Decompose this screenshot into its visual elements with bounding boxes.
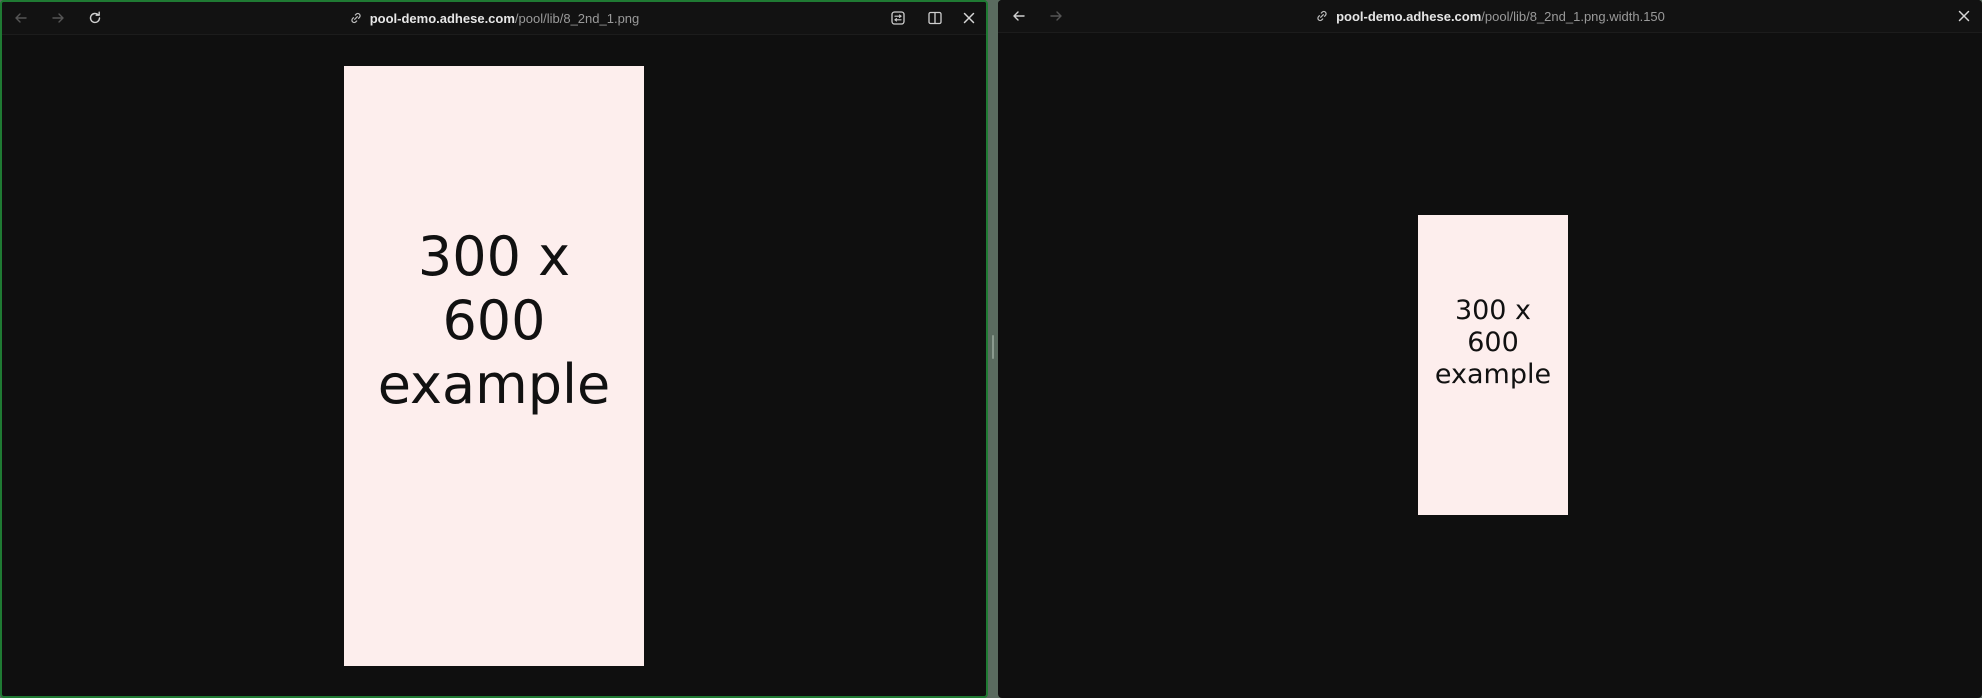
url-path: /pool/lib/8_2nd_1.png bbox=[514, 10, 640, 26]
arrow-right-icon bbox=[1050, 11, 1062, 21]
right-toolbar: pool-demo.adhese.com/pool/lib/8_2nd_1.pn… bbox=[998, 0, 1982, 33]
arrow-left-icon bbox=[15, 13, 27, 23]
image-placeholder-text: 300 x 600 example bbox=[377, 225, 611, 416]
close-icon bbox=[1958, 10, 1970, 22]
close-button[interactable] bbox=[958, 7, 980, 29]
reader-mode-icon bbox=[891, 11, 905, 25]
url-host: pool-demo.adhese.com bbox=[369, 10, 515, 26]
right-address-bar: pool-demo.adhese.com/pool/lib/8_2nd_1.pn… bbox=[998, 0, 1982, 32]
url-host: pool-demo.adhese.com bbox=[1336, 8, 1482, 24]
reader-mode-button[interactable] bbox=[887, 7, 909, 29]
split-view-icon bbox=[928, 11, 942, 25]
left-url-field[interactable]: pool-demo.adhese.com/pool/lib/8_2nd_1.pn… bbox=[349, 10, 640, 26]
link-icon bbox=[351, 12, 361, 24]
displayed-image: 300 x 600 example bbox=[344, 66, 644, 666]
left-browser-pane: pool-demo.adhese.com/pool/lib/8_2nd_1.pn… bbox=[0, 0, 988, 698]
arrow-left-icon bbox=[1013, 11, 1025, 21]
right-url-field[interactable]: pool-demo.adhese.com/pool/lib/8_2nd_1.pn… bbox=[1315, 9, 1665, 24]
left-toolbar: pool-demo.adhese.com/pool/lib/8_2nd_1.pn… bbox=[2, 2, 986, 35]
forward-button[interactable] bbox=[1045, 5, 1067, 27]
close-icon bbox=[963, 12, 975, 24]
split-view-button[interactable] bbox=[924, 7, 946, 29]
back-button[interactable] bbox=[10, 7, 32, 29]
reload-icon bbox=[89, 11, 101, 24]
left-address-bar: pool-demo.adhese.com/pool/lib/8_2nd_1.pn… bbox=[2, 2, 986, 34]
link-icon bbox=[1317, 10, 1327, 22]
right-browser-pane: pool-demo.adhese.com/pool/lib/8_2nd_1.pn… bbox=[998, 0, 1982, 698]
reload-button[interactable] bbox=[84, 7, 106, 29]
image-placeholder-text: 300 x 600 example bbox=[1434, 294, 1552, 390]
split-resize-handle[interactable] bbox=[992, 335, 994, 359]
close-button[interactable] bbox=[1953, 5, 1975, 27]
displayed-image: 300 x 600 example bbox=[1418, 215, 1568, 515]
back-button[interactable] bbox=[1008, 5, 1030, 27]
forward-button[interactable] bbox=[47, 7, 69, 29]
url-path: /pool/lib/8_2nd_1.png.width.150 bbox=[1481, 8, 1665, 24]
arrow-right-icon bbox=[52, 13, 64, 23]
